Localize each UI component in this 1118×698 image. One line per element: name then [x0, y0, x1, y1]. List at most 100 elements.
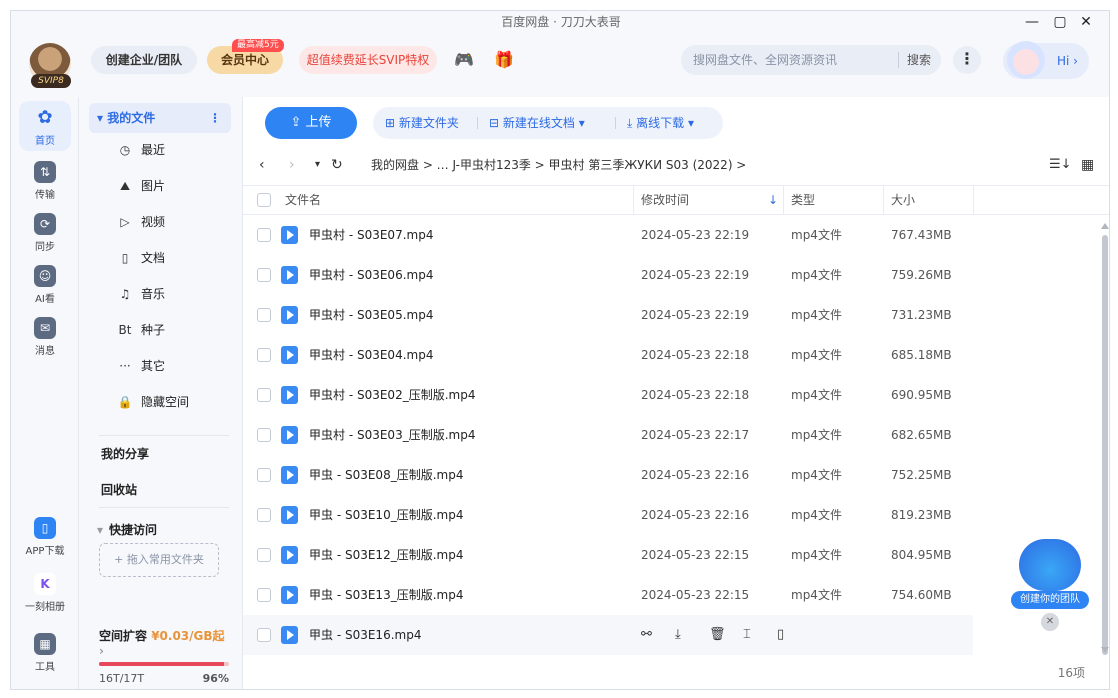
column-name[interactable]: 文件名: [285, 186, 321, 214]
column-time[interactable]: 修改时间: [641, 186, 689, 214]
sidebar-item-3[interactable]: ▯ 文档: [113, 243, 243, 273]
row-checkbox[interactable]: [257, 468, 271, 482]
row-checkbox[interactable]: [257, 348, 271, 362]
table-row[interactable]: 甲虫村 - S03E02_压制版.mp4 2024-05-23 22:18 mp4文…: [243, 375, 1101, 415]
quick-access-header[interactable]: ▾ 快捷访问: [97, 515, 227, 545]
send-to-phone-icon[interactable]: ▯: [777, 615, 784, 655]
offline-download-button[interactable]: ⤓ 离线下载 ▾: [627, 107, 694, 139]
sidebar-item-my-share[interactable]: 我的分享: [101, 439, 231, 469]
sidebar-item-6[interactable]: ··· 其它: [113, 351, 243, 381]
table-row[interactable]: 甲虫村 - S03E07.mp4 2024-05-23 22:19 mp4文件 767…: [243, 215, 1101, 255]
download-icon[interactable]: ⤓: [675, 615, 681, 655]
game-icon[interactable]: 🎮: [453, 49, 475, 71]
create-team-button[interactable]: 创建企业/团队: [91, 46, 197, 74]
sort-desc-icon[interactable]: ↓: [768, 186, 778, 214]
rail-yike[interactable]: K 一刻相册: [21, 573, 69, 613]
folder-plus-icon: ⊞: [385, 116, 399, 130]
sidebar-item-my-files[interactable]: ▾ 我的文件 ⋮: [89, 103, 231, 133]
table-row-partial[interactable]: [243, 655, 1101, 661]
minimize-icon[interactable]: —: [1019, 11, 1045, 33]
column-type[interactable]: 类型: [791, 186, 815, 214]
file-name[interactable]: 甲虫 - S03E08_压制版.mp4: [309, 455, 463, 495]
forward-icon[interactable]: ›: [289, 149, 295, 181]
scrollbar[interactable]: [1101, 223, 1109, 655]
more-menu-icon[interactable]: ⋮: [953, 46, 981, 74]
rail-app-download[interactable]: ▯ APP下载: [21, 517, 69, 557]
gift-icon[interactable]: 🎁: [493, 49, 515, 71]
title-bar: 百度网盘 · 刀刀大表哥 — ▢ ✕: [11, 11, 1109, 33]
upload-button[interactable]: ⇪ 上传: [265, 107, 357, 139]
history-dropdown-icon[interactable]: ▾: [315, 149, 320, 181]
table-row[interactable]: 甲虫村 - S03E05.mp4 2024-05-23 22:19 mp4文件 731…: [243, 295, 1101, 335]
rail-sync[interactable]: ⟳ 同步: [21, 213, 69, 253]
table-row[interactable]: 甲虫村 - S03E04.mp4 2024-05-23 22:18 mp4文件 685…: [243, 335, 1101, 375]
share-icon[interactable]: ⚯: [641, 615, 652, 655]
table-row[interactable]: 甲虫 - S03E10_压制版.mp4 2024-05-23 22:16 mp4文件…: [243, 495, 1101, 535]
grid-view-icon[interactable]: ▦: [1081, 149, 1094, 181]
breadcrumb[interactable]: 我的网盘 > … J-甲虫村123季 > 甲虫村 第三季ЖУКИ S03 (20…: [371, 149, 746, 181]
file-name[interactable]: 甲虫村 - S03E07.mp4: [309, 215, 433, 255]
column-size[interactable]: 大小: [891, 186, 915, 214]
file-name[interactable]: 甲虫村 - S03E06.mp4: [309, 255, 433, 295]
upload-label: 上传: [305, 115, 332, 130]
widget-close-icon[interactable]: ✕: [1041, 613, 1059, 631]
row-checkbox[interactable]: [257, 428, 271, 442]
quick-access-dropzone[interactable]: + 拖入常用文件夹: [99, 543, 219, 577]
row-checkbox[interactable]: [257, 388, 271, 402]
file-name[interactable]: 甲虫 - S03E16.mp4: [309, 615, 421, 655]
sidebar-item-1[interactable]: ⛰ 图片: [113, 171, 243, 201]
new-folder-button[interactable]: ⊞ 新建文件夹: [385, 107, 459, 139]
search-button[interactable]: 搜索: [897, 52, 931, 68]
row-checkbox[interactable]: [257, 268, 271, 282]
row-checkbox[interactable]: [257, 588, 271, 602]
close-icon[interactable]: ✕: [1073, 11, 1099, 33]
row-checkbox[interactable]: [257, 228, 271, 242]
sidebar-item-0[interactable]: ◷ 最近: [113, 135, 243, 165]
file-name[interactable]: 甲虫村 - S03E03_压制版.mp4: [309, 415, 475, 455]
table-row-hovered[interactable]: 甲虫 - S03E16.mp4 ⚯ ⤓ 🗑 ⌶ ▯: [243, 615, 973, 655]
row-checkbox[interactable]: [257, 308, 271, 322]
file-name[interactable]: 甲虫 - S03E12_压制版.mp4: [309, 535, 463, 575]
sidebar-item-label: 种子: [141, 323, 166, 337]
row-checkbox[interactable]: [257, 628, 271, 642]
scroll-down-icon[interactable]: [1101, 647, 1109, 653]
refresh-icon[interactable]: ↻: [331, 149, 343, 181]
maximize-icon[interactable]: ▢: [1047, 11, 1073, 33]
kebab-icon[interactable]: ⋮: [209, 103, 221, 133]
assistant-hi-button[interactable]: Hi ›: [1003, 41, 1089, 79]
renew-svip-button[interactable]: 超值续费延长SVIP特权: [299, 46, 437, 74]
table-row[interactable]: 甲虫村 - S03E06.mp4 2024-05-23 22:19 mp4文件 759…: [243, 255, 1101, 295]
back-icon[interactable]: ‹: [259, 149, 265, 181]
rail-home[interactable]: ✿ 首页: [21, 107, 69, 147]
table-row[interactable]: 甲虫 - S03E13_压制版.mp4 2024-05-23 22:15 mp4文件…: [243, 575, 1101, 615]
sidebar-item-4[interactable]: ♫ 音乐: [113, 279, 243, 309]
sort-icon[interactable]: ☰↓: [1049, 149, 1072, 181]
file-name[interactable]: 甲虫村 - S03E05.mp4: [309, 295, 433, 335]
row-checkbox[interactable]: [257, 508, 271, 522]
scroll-up-icon[interactable]: [1101, 223, 1109, 229]
row-checkbox[interactable]: [257, 548, 271, 562]
search-input[interactable]: 搜网盘文件、全网资源资讯 搜索: [681, 45, 941, 75]
delete-icon[interactable]: 🗑: [709, 615, 726, 655]
scroll-thumb[interactable]: [1102, 235, 1108, 655]
sidebar-item-recycle-bin[interactable]: 回收站: [101, 475, 231, 505]
sidebar-item-7[interactable]: 🔒 隐藏空间: [113, 387, 243, 417]
rail-tools[interactable]: ▦ 工具: [21, 633, 69, 673]
table-row[interactable]: 甲虫 - S03E12_压制版.mp4 2024-05-23 22:15 mp4文件…: [243, 535, 1101, 575]
new-online-doc-button[interactable]: ⊟ 新建在线文档 ▾: [489, 107, 585, 139]
rail-ai[interactable]: ☺ AI看: [21, 265, 69, 305]
file-name[interactable]: 甲虫 - S03E10_压制版.mp4: [309, 495, 463, 535]
file-name[interactable]: 甲虫村 - S03E04.mp4: [309, 335, 433, 375]
file-name[interactable]: 甲虫村 - S03E02_压制版.mp4: [309, 375, 475, 415]
rename-icon[interactable]: ⌶: [743, 615, 751, 655]
rail-messages[interactable]: ✉ 消息: [21, 317, 69, 357]
sidebar-item-2[interactable]: ▷ 视频: [113, 207, 243, 237]
team-widget[interactable]: 创建你的团队: [1009, 539, 1091, 619]
select-all-checkbox[interactable]: [257, 193, 271, 207]
rail-transfer[interactable]: ⇅ 传输: [21, 161, 69, 201]
table-row[interactable]: 甲虫村 - S03E03_压制版.mp4 2024-05-23 22:17 mp4文…: [243, 415, 1101, 455]
storage-panel[interactable]: 空间扩容 ¥0.03/GB起 › 16T/17T 96%: [99, 627, 229, 685]
sidebar-item-5[interactable]: Bt 种子: [113, 315, 243, 345]
file-name[interactable]: 甲虫 - S03E13_压制版.mp4: [309, 575, 463, 615]
table-row[interactable]: 甲虫 - S03E08_压制版.mp4 2024-05-23 22:16 mp4文件…: [243, 455, 1101, 495]
